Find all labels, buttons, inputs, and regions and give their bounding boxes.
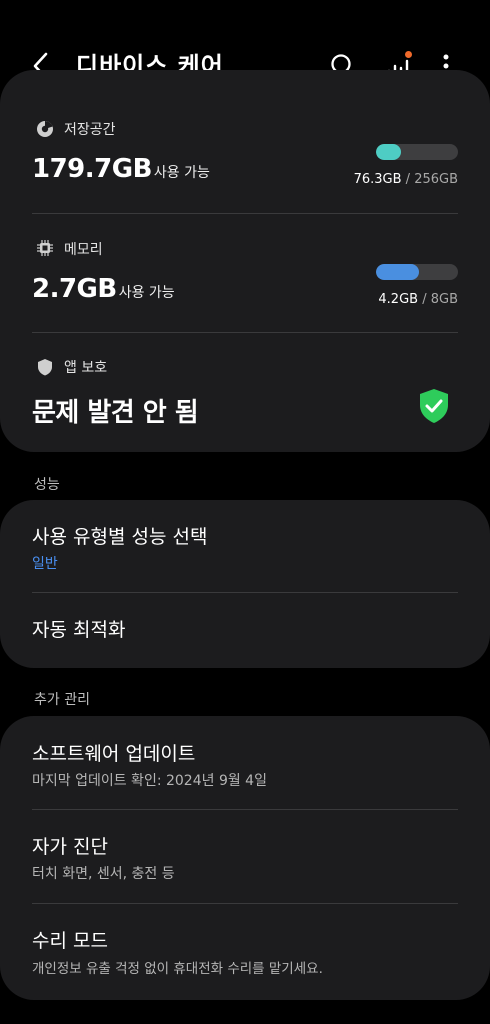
- storage-usage-bar: [376, 144, 458, 160]
- section-title-performance: 성능: [34, 477, 60, 493]
- storage-usage-fill: [376, 144, 401, 160]
- item-title: 사용 유형별 성능 선택: [32, 526, 208, 548]
- notification-dot: [405, 51, 412, 58]
- item-title: 소프트웨어 업데이트: [32, 743, 196, 765]
- extra-management-card: 소프트웨어 업데이트 마지막 업데이트 확인: 2024년 9월 4일 자가 진…: [0, 716, 490, 1000]
- status-card: 저장공간 179.7GB 사용 가능 76.3GB / 256GB 메모리 2.…: [0, 70, 490, 452]
- memory-value: 2.7GB: [32, 274, 117, 304]
- memory-label: 메모리: [64, 242, 103, 258]
- repair-mode-item[interactable]: 수리 모드 개인정보 유출 걱정 없이 휴대전화 수리를 맡기세요.: [0, 904, 490, 1000]
- pie-chart-icon: [37, 121, 53, 137]
- storage-label: 저장공간: [64, 122, 116, 138]
- self-diagnosis-item[interactable]: 자가 진단 터치 화면, 센서, 충전 등: [0, 810, 490, 902]
- memory-available: 2.7GB 사용 가능: [32, 274, 175, 304]
- storage-unit: 사용 가능: [153, 165, 210, 181]
- shield-check-icon: [420, 389, 448, 423]
- memory-usage-text: 4.2GB / 8GB: [378, 292, 458, 307]
- item-title: 자동 최적화: [32, 619, 126, 641]
- storage-usage-text: 76.3GB / 256GB: [354, 172, 458, 187]
- storage-row[interactable]: 저장공간 179.7GB 사용 가능 76.3GB / 256GB: [0, 110, 490, 250]
- section-title-extra: 추가 관리: [34, 692, 90, 708]
- memory-used: 4.2GB: [378, 292, 419, 307]
- performance-card: 사용 유형별 성능 선택 일반 자동 최적화: [0, 500, 490, 668]
- item-subtitle: 터치 화면, 센서, 충전 등: [32, 866, 175, 882]
- divider: [32, 332, 458, 333]
- memory-unit: 사용 가능: [118, 285, 175, 301]
- memory-chip-icon: [37, 240, 53, 256]
- app-protection-row[interactable]: 앱 보호 문제 발견 안 됨: [0, 348, 490, 448]
- device-care-screen: 디바이스 케어 저장공간 179.7GB 사용 가능 76.3GB / 256G…: [0, 0, 490, 1024]
- performance-mode-item[interactable]: 사용 유형별 성능 선택 일반: [0, 500, 490, 592]
- storage-value: 179.7GB: [32, 154, 152, 184]
- item-subtitle: 마지막 업데이트 확인: 2024년 9월 4일: [32, 773, 267, 789]
- app-protection-label: 앱 보호: [64, 360, 108, 376]
- item-subtitle: 개인정보 유출 걱정 없이 휴대전화 수리를 맡기세요.: [32, 961, 323, 977]
- memory-total: / 8GB: [418, 292, 458, 307]
- software-update-item[interactable]: 소프트웨어 업데이트 마지막 업데이트 확인: 2024년 9월 4일: [0, 716, 490, 808]
- item-title: 자가 진단: [32, 836, 108, 858]
- app-protection-status: 문제 발견 안 됨: [32, 398, 199, 428]
- storage-total: / 256GB: [401, 172, 458, 187]
- memory-usage-bar: [376, 264, 458, 280]
- item-title: 수리 모드: [32, 930, 108, 952]
- memory-row[interactable]: 메모리 2.7GB 사용 가능 4.2GB / 8GB: [0, 230, 490, 330]
- storage-available: 179.7GB 사용 가능: [32, 154, 210, 184]
- divider: [32, 213, 458, 214]
- shield-icon: [38, 359, 52, 376]
- item-subtitle: 일반: [32, 556, 58, 572]
- storage-used: 76.3GB: [353, 172, 402, 187]
- memory-usage-fill: [376, 264, 419, 280]
- auto-optimization-item[interactable]: 자동 최적화: [0, 593, 490, 668]
